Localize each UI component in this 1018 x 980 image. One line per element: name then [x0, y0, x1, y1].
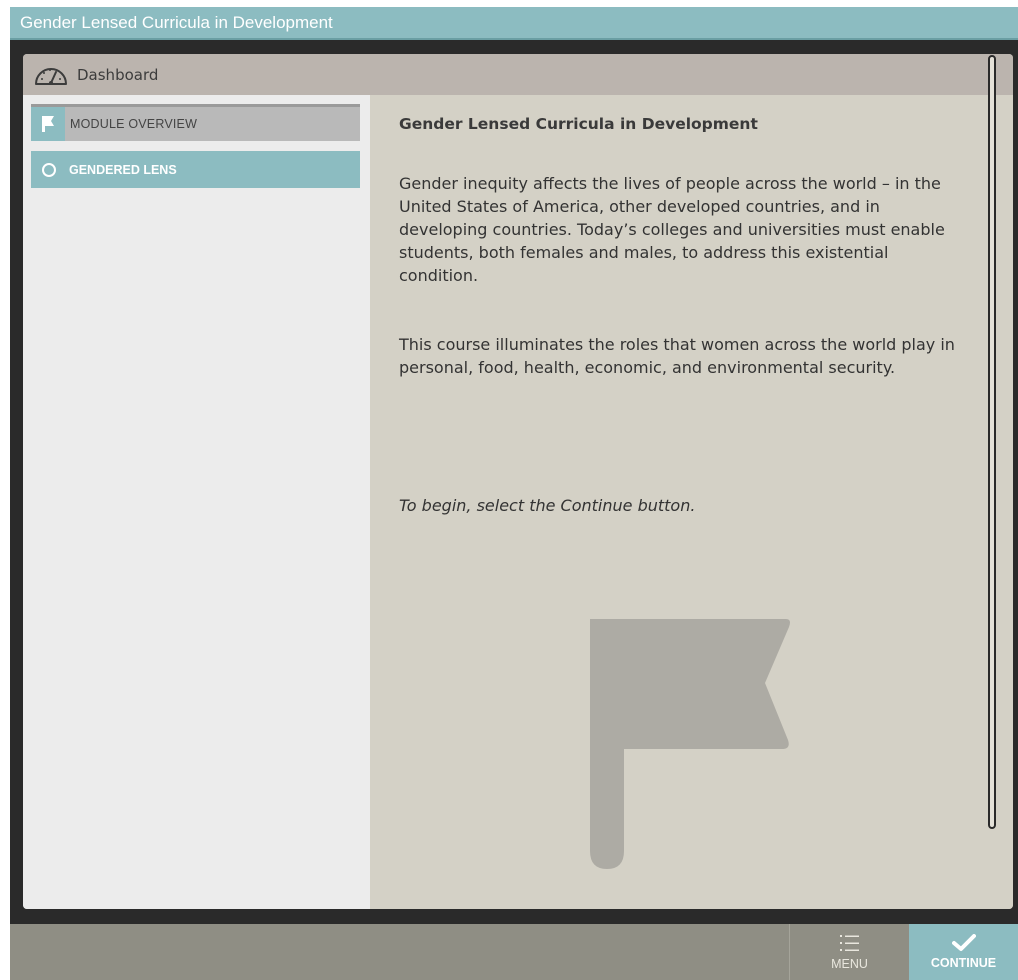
window-title: Gender Lensed Curricula in Development — [10, 7, 1018, 40]
sidebar-item-label: MODULE OVERVIEW — [70, 117, 198, 131]
continue-button[interactable]: CONTINUE — [909, 924, 1018, 980]
dashboard-label: Dashboard — [77, 65, 159, 84]
menu-label: MENU — [831, 957, 868, 971]
menu-button[interactable]: MENU — [789, 924, 909, 980]
sidebar-item-module-overview[interactable]: MODULE OVERVIEW — [31, 104, 360, 141]
sidebar-item-label: GENDERED LENS — [69, 162, 177, 177]
content-title: Gender Lensed Curricula in Development — [399, 115, 758, 133]
menu-list-icon — [839, 935, 859, 951]
continue-label: CONTINUE — [930, 956, 997, 970]
content-paragraph: Gender inequity affects the lives of peo… — [399, 174, 945, 285]
instruction-text: To begin, select the Continue button. — [399, 496, 696, 515]
flag-icon — [31, 107, 65, 141]
content-scrollbar[interactable] — [988, 55, 996, 829]
dashboard-bar[interactable]: Dashboard — [23, 54, 1013, 95]
flag-icon — [590, 619, 790, 869]
sidebar-item-gendered-lens[interactable]: GENDERED LENS — [31, 151, 360, 188]
module-sidebar: MODULE OVERVIEW GENDERED LENS — [23, 95, 370, 909]
bottom-nav-bar: MENU CONTINUE — [10, 924, 1018, 980]
speedometer-icon — [35, 67, 67, 85]
circle-icon — [42, 162, 56, 177]
content-paragraph: This course illuminates the roles that w… — [399, 335, 955, 377]
app-window: Gender Lensed Curricula in Development D… — [10, 7, 1018, 980]
checkmark-icon — [951, 934, 976, 951]
course-stage: Dashboard MODULE OVERVIEW GENDERED LENS … — [23, 54, 1013, 909]
content-pane: Gender Lensed Curricula in Development G… — [370, 95, 1013, 909]
